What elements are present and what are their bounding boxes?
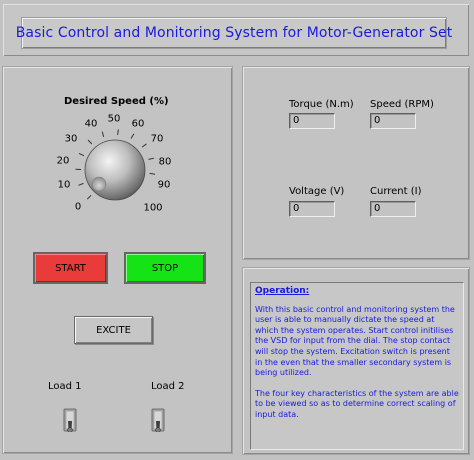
desired-speed-label: Desired Speed (%) bbox=[64, 96, 169, 107]
voltage-display: 0 bbox=[289, 201, 335, 217]
speed-knob[interactable] bbox=[55, 108, 175, 220]
speed-label: Speed (RPM) bbox=[370, 99, 434, 110]
current-display: 0 bbox=[370, 201, 416, 217]
torque-display: 0 bbox=[289, 113, 335, 129]
voltage-label: Voltage (V) bbox=[289, 186, 345, 197]
load-2-label: Load 2 bbox=[151, 381, 185, 392]
knob-indicator bbox=[91, 176, 107, 192]
excite-button[interactable]: EXCITE bbox=[74, 316, 153, 344]
operation-paragraph-2: The four key characteristics of the syst… bbox=[255, 388, 459, 419]
stop-button[interactable]: STOP bbox=[124, 252, 206, 284]
operation-heading: Operation: bbox=[255, 286, 310, 296]
app-title: Basic Control and Monitoring System for … bbox=[15, 25, 453, 41]
knob-body bbox=[84, 139, 146, 201]
torque-label: Torque (N.m) bbox=[289, 99, 354, 110]
operation-paragraph-1: With this basic control and monitoring s… bbox=[255, 304, 455, 378]
indicator-panel bbox=[243, 67, 469, 259]
title-box: Basic Control and Monitoring System for … bbox=[16, 18, 452, 48]
speed-display: 0 bbox=[370, 113, 416, 129]
start-button[interactable]: START bbox=[33, 252, 108, 284]
operation-description: Operation: With this basic control and m… bbox=[250, 282, 464, 450]
load-2-toggle[interactable] bbox=[151, 406, 165, 432]
load-1-label: Load 1 bbox=[48, 381, 82, 392]
current-label: Current (I) bbox=[370, 186, 422, 197]
load-1-toggle[interactable] bbox=[63, 406, 77, 432]
